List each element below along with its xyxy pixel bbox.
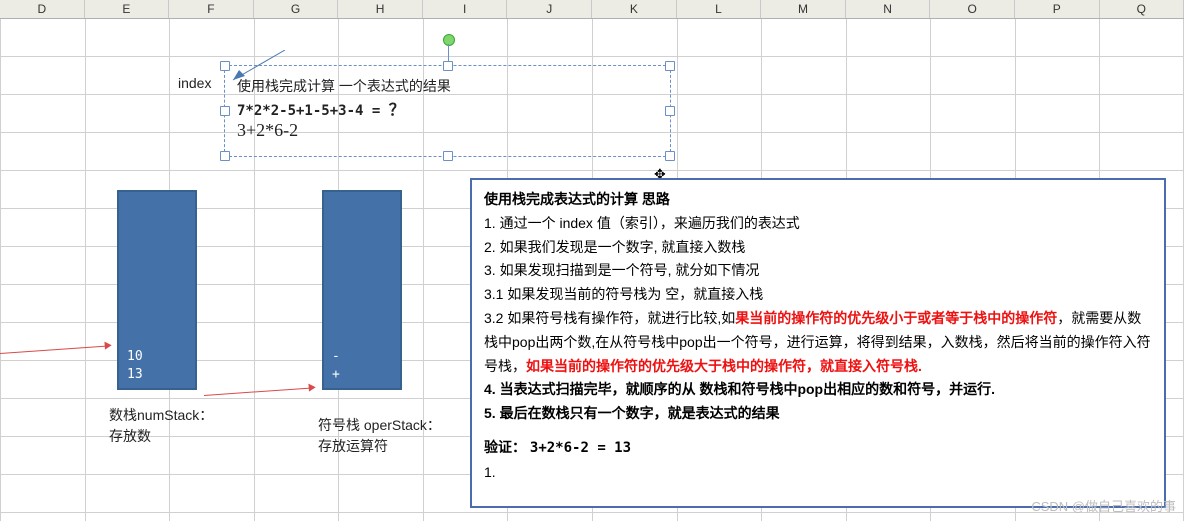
index-label: index	[178, 75, 211, 91]
panel-p1: 1. 通过一个 index 值（索引），来遍历我们的表达式	[484, 212, 1152, 236]
panel-p32-red2: 如果当前的操作符的优先级大于栈中的操作符，就直接入符号栈.	[526, 358, 922, 374]
resize-handle-icon[interactable]	[665, 61, 675, 71]
num-stack-caption: 数栈numStack： 存放数	[109, 405, 213, 447]
col-header[interactable]: I	[423, 0, 508, 18]
panel-p31: 3.1 如果发现当前的符号栈为 空，就直接入栈	[484, 283, 1152, 307]
rotate-handle-icon[interactable]	[443, 34, 455, 46]
resize-handle-icon[interactable]	[443, 61, 453, 71]
col-header[interactable]: P	[1015, 0, 1100, 18]
panel-verify-label: 验证：	[484, 439, 526, 455]
col-header[interactable]: L	[677, 0, 762, 18]
textbox-line3: 3+2*6-2	[237, 120, 658, 141]
oper-stack-value: -	[332, 349, 392, 364]
col-header[interactable]: H	[338, 0, 423, 18]
col-header[interactable]: M	[761, 0, 846, 18]
oper-stack-value: +	[332, 367, 392, 382]
col-header[interactable]: K	[592, 0, 677, 18]
oper-stack[interactable]: - +	[322, 190, 402, 390]
textbox-line1: 使用栈完成计算 一个表达式的结果	[237, 76, 658, 96]
col-header[interactable]: Q	[1100, 0, 1184, 18]
resize-handle-icon[interactable]	[220, 151, 230, 161]
col-header[interactable]: N	[846, 0, 931, 18]
col-header[interactable]: D	[0, 0, 85, 18]
col-header[interactable]: F	[169, 0, 254, 18]
col-header[interactable]: O	[930, 0, 1015, 18]
oper-stack-caption-line1: 符号栈 operStack：	[318, 415, 441, 436]
spreadsheet-diagram: D E F G H I J K L M N O P Q index 使用栈完成计…	[0, 0, 1184, 521]
oper-stack-caption: 符号栈 operStack： 存放运算符	[318, 415, 441, 457]
num-stack-caption-line1: 数栈numStack：	[109, 405, 213, 426]
resize-handle-icon[interactable]	[665, 106, 675, 116]
resize-handle-icon[interactable]	[220, 61, 230, 71]
column-headers: D E F G H I J K L M N O P Q	[0, 0, 1184, 19]
textbox-line2-expr: 7*2*2-5+1-5+3-4 =	[237, 103, 389, 119]
num-stack-caption-line2: 存放数	[109, 426, 213, 447]
col-header[interactable]: J	[507, 0, 592, 18]
num-stack[interactable]: 10 13	[117, 190, 197, 390]
watermark: CSDN @做自己喜欢的事	[1031, 496, 1176, 515]
col-header[interactable]: E	[85, 0, 170, 18]
panel-verify: 验证： 3+2*6-2 = 13	[484, 436, 1152, 461]
num-stack-value: 13	[127, 367, 187, 382]
num-stack-value: 10	[127, 349, 187, 364]
explanation-panel: 使用栈完成表达式的计算 思路 1. 通过一个 index 值（索引），来遍历我们…	[470, 178, 1166, 508]
panel-verify-expr: 3+2*6-2 = 13	[530, 440, 631, 456]
panel-verify-last: 1.	[484, 461, 1152, 485]
expression-textbox[interactable]: 使用栈完成计算 一个表达式的结果 7*2*2-5+1-5+3-4 = ？ 3+2…	[224, 65, 671, 157]
resize-handle-icon[interactable]	[665, 151, 675, 161]
resize-handle-icon[interactable]	[220, 106, 230, 116]
oper-stack-caption-line2: 存放运算符	[318, 436, 441, 457]
panel-p32a: 3.2 如果符号栈有操作符，就进行比较,如	[484, 310, 735, 326]
expression-textbox-content: 使用栈完成计算 一个表达式的结果 7*2*2-5+1-5+3-4 = ？ 3+2…	[225, 66, 670, 151]
resize-handle-icon[interactable]	[443, 151, 453, 161]
panel-p5: 5. 最后在数栈只有一个数字，就是表达式的结果	[484, 402, 1152, 426]
col-header[interactable]: G	[254, 0, 339, 18]
textbox-line2-question: ？	[389, 102, 405, 119]
panel-p32: 3.2 如果符号栈有操作符，就进行比较,如果当前的操作符的优先级小于或者等于栈中…	[484, 307, 1152, 378]
panel-p4: 4. 当表达式扫描完毕，就顺序的从 数栈和符号栈中pop出相应的数和符号，并运行…	[484, 378, 1152, 402]
panel-p3: 3. 如果发现扫描到是一个符号, 就分如下情况	[484, 259, 1152, 283]
panel-p2: 2. 如果我们发现是一个数字, 就直接入数栈	[484, 236, 1152, 260]
panel-p32-red1: 果当前的操作符的优先级小于或者等于栈中的操作符	[735, 310, 1057, 326]
panel-title: 使用栈完成表达式的计算 思路	[484, 188, 1152, 212]
